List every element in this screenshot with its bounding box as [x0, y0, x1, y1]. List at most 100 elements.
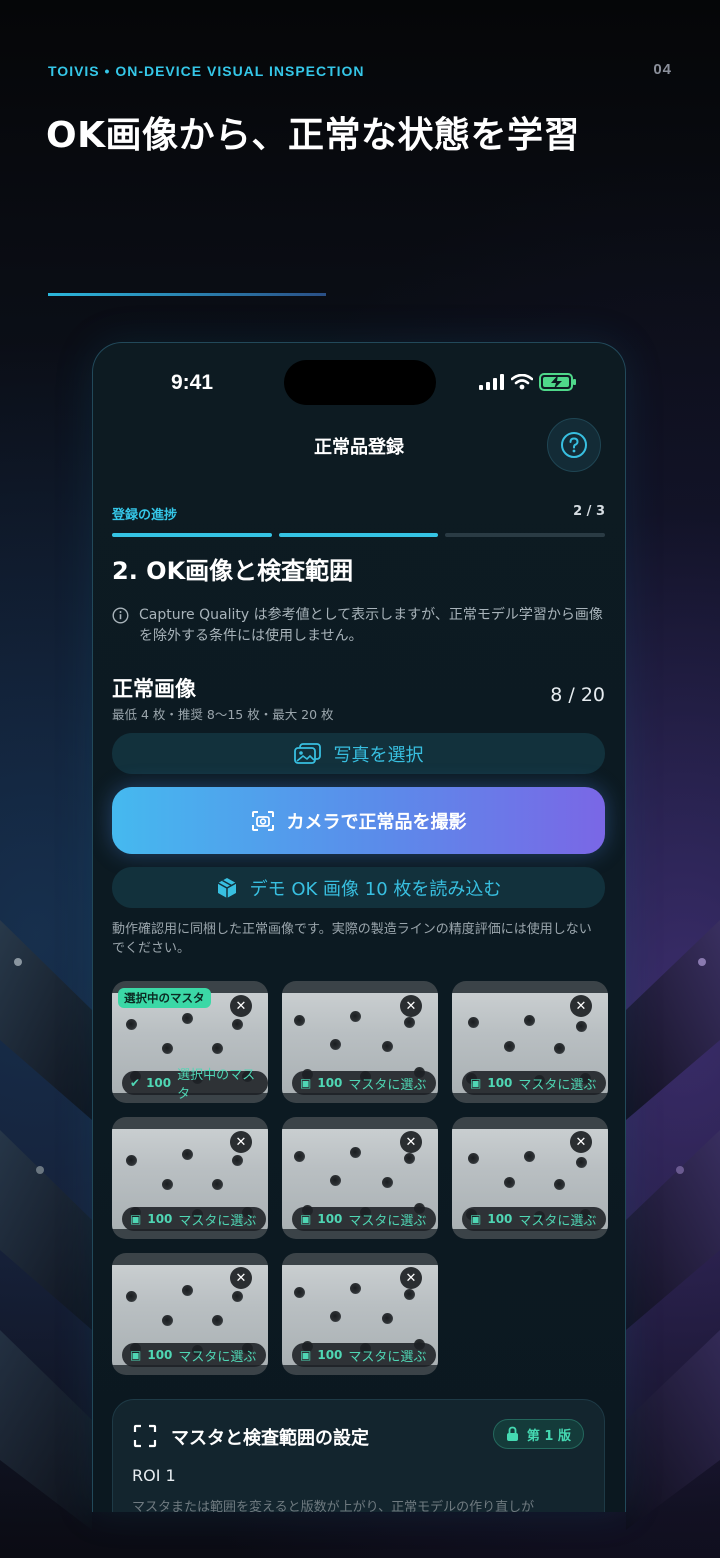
plate-hole	[162, 1043, 173, 1054]
plate-hole	[330, 1175, 341, 1186]
question-circle-icon	[561, 432, 587, 458]
step-title: 2. OK画像と検査範囲	[112, 557, 354, 585]
quality-score: 100	[487, 1212, 513, 1226]
image-count: 8 / 20	[550, 684, 605, 706]
image-thumbnail[interactable]: ✕ ▣ 100 マスタに選ぶ	[282, 981, 438, 1103]
remove-image-button[interactable]: ✕	[230, 1131, 252, 1153]
quality-score: 100	[146, 1076, 172, 1090]
plate-hole	[350, 1147, 361, 1158]
normal-images-subtitle: 最低 4 枚・推奨 8〜15 枚・最大 20 枚	[112, 707, 334, 722]
plate-hole	[182, 1149, 193, 1160]
quality-score: 100	[147, 1348, 173, 1362]
check-badge-icon: ✔	[130, 1076, 141, 1090]
phone-screen: 9:41 正常品登録 登録の進捗 2 / 3 2. OK画像と検査範囲 Capt…	[92, 342, 626, 1512]
load-demo-button[interactable]: デモ OK 画像 10 枚を読み込む	[112, 867, 605, 908]
plate-hole	[162, 1315, 173, 1326]
select-photo-label: 写真を選択	[333, 744, 424, 766]
close-icon: ✕	[405, 998, 417, 1014]
load-demo-label: デモ OK 画像 10 枚を読み込む	[249, 878, 502, 900]
remove-image-button[interactable]: ✕	[230, 1267, 252, 1289]
image-thumbnail[interactable]: ✕ ▣ 100 マスタに選ぶ	[112, 1253, 268, 1375]
progress-segment-1	[112, 533, 272, 537]
plate-hole	[504, 1041, 515, 1052]
plate-hole	[294, 1151, 305, 1162]
set-master-button[interactable]: ▣ 100 マスタに選ぶ	[122, 1207, 267, 1231]
plate-hole	[232, 1291, 243, 1302]
image-icon: ▣	[300, 1348, 312, 1362]
plate-hole	[126, 1291, 137, 1302]
plate-hole	[212, 1179, 223, 1190]
remove-image-button[interactable]: ✕	[400, 1131, 422, 1153]
remove-image-button[interactable]: ✕	[400, 995, 422, 1017]
plate-hole	[382, 1041, 393, 1052]
normal-images-title: 正常画像	[112, 677, 196, 701]
master-chip-label: マスタに選ぶ	[348, 1213, 427, 1229]
plate-hole	[404, 1153, 415, 1164]
plate-hole	[524, 1015, 535, 1026]
image-thumbnail[interactable]: ✕ ▣ 100 マスタに選ぶ	[452, 981, 608, 1103]
set-master-button[interactable]: ▣ 100 マスタに選ぶ	[122, 1343, 267, 1367]
set-master-button[interactable]: ▣ 100 マスタに選ぶ	[462, 1071, 607, 1095]
master-chip-label: マスタに選ぶ	[518, 1213, 597, 1229]
plate-hole	[126, 1155, 137, 1166]
wifi-icon	[511, 374, 533, 390]
info-text: Capture Quality は参考値として表示しますが、正常モデル学習から画…	[139, 607, 603, 644]
select-photo-button[interactable]: 写真を選択	[112, 733, 605, 774]
set-master-button[interactable]: ▣ 100 マスタに選ぶ	[292, 1207, 437, 1231]
set-master-button[interactable]: ▣ 100 マスタに選ぶ	[292, 1071, 437, 1095]
master-settings-title: マスタと検査範囲の設定	[171, 1428, 369, 1449]
plate-hole	[468, 1017, 479, 1028]
master-settings-card[interactable]: マスタと検査範囲の設定 第 1 版 ROI 1 マスタまたは範囲を変えると版数が…	[112, 1399, 605, 1512]
help-button[interactable]	[547, 418, 601, 472]
image-thumbnail[interactable]: ✕ ▣ 100 マスタに選ぶ	[452, 1117, 608, 1239]
remove-image-button[interactable]: ✕	[570, 1131, 592, 1153]
lock-icon	[506, 1426, 518, 1441]
status-time: 9:41	[171, 371, 214, 394]
plate-hole	[576, 1021, 587, 1032]
image-icon: ▣	[470, 1212, 482, 1226]
quality-score: 100	[317, 1212, 343, 1226]
quality-score: 100	[317, 1076, 343, 1090]
remove-image-button[interactable]: ✕	[230, 995, 252, 1017]
remove-image-button[interactable]: ✕	[570, 995, 592, 1017]
close-icon: ✕	[575, 1134, 587, 1150]
version-badge: 第 1 版	[492, 1419, 584, 1449]
image-thumbnail[interactable]: ✕ ▣ 100 マスタに選ぶ	[282, 1253, 438, 1375]
plate-hole	[350, 1011, 361, 1022]
plate-hole	[554, 1043, 565, 1054]
image-icon: ▣	[300, 1212, 312, 1226]
roi-description: マスタまたは範囲を変えると版数が上がり、正常モデルの作り直しが	[132, 1500, 535, 1512]
plate-hole	[504, 1177, 515, 1188]
close-icon: ✕	[575, 998, 587, 1014]
camera-capture-label: カメラで正常品を撮影	[286, 811, 467, 833]
plate-hole	[212, 1315, 223, 1326]
plate-hole	[576, 1157, 587, 1168]
roi-label: ROI 1	[132, 1466, 176, 1485]
demo-note: 動作確認用に同梱した正常画像です。実際の製造ラインの精度評価には使用しないでくだ…	[112, 922, 592, 956]
image-thumbnail[interactable]: 選択中のマスタ ✕ ✔ 100 選択中のマスタ	[112, 981, 268, 1103]
image-thumbnail[interactable]: ✕ ▣ 100 マスタに選ぶ	[112, 1117, 268, 1239]
image-icon: ▣	[130, 1212, 142, 1226]
camera-capture-button[interactable]: カメラで正常品を撮影	[112, 787, 605, 854]
set-master-button[interactable]: ▣ 100 マスタに選ぶ	[292, 1343, 437, 1367]
set-master-button[interactable]: ▣ 100 マスタに選ぶ	[462, 1207, 607, 1231]
plate-hole	[182, 1285, 193, 1296]
plate-hole	[232, 1019, 243, 1030]
remove-image-button[interactable]: ✕	[400, 1267, 422, 1289]
master-chip-label: マスタに選ぶ	[348, 1349, 427, 1365]
version-label: 第 1 版	[526, 1428, 571, 1444]
image-icon: ▣	[300, 1076, 312, 1090]
plate-hole	[404, 1017, 415, 1028]
plate-hole	[212, 1043, 223, 1054]
image-thumbnail[interactable]: ✕ ▣ 100 マスタに選ぶ	[282, 1117, 438, 1239]
plate-hole	[404, 1289, 415, 1300]
master-chip-label: マスタに選ぶ	[178, 1213, 257, 1229]
selected-master-chip[interactable]: ✔ 100 選択中のマスタ	[122, 1068, 268, 1102]
quality-score: 100	[317, 1348, 343, 1362]
box-icon	[217, 877, 236, 898]
selected-master-tag: 選択中のマスタ	[118, 988, 211, 1008]
plate-hole	[554, 1179, 565, 1190]
headline: OK画像から、正常な状態を学習	[46, 115, 581, 156]
plate-hole	[382, 1313, 393, 1324]
progress-label: 登録の進捗	[112, 508, 178, 523]
